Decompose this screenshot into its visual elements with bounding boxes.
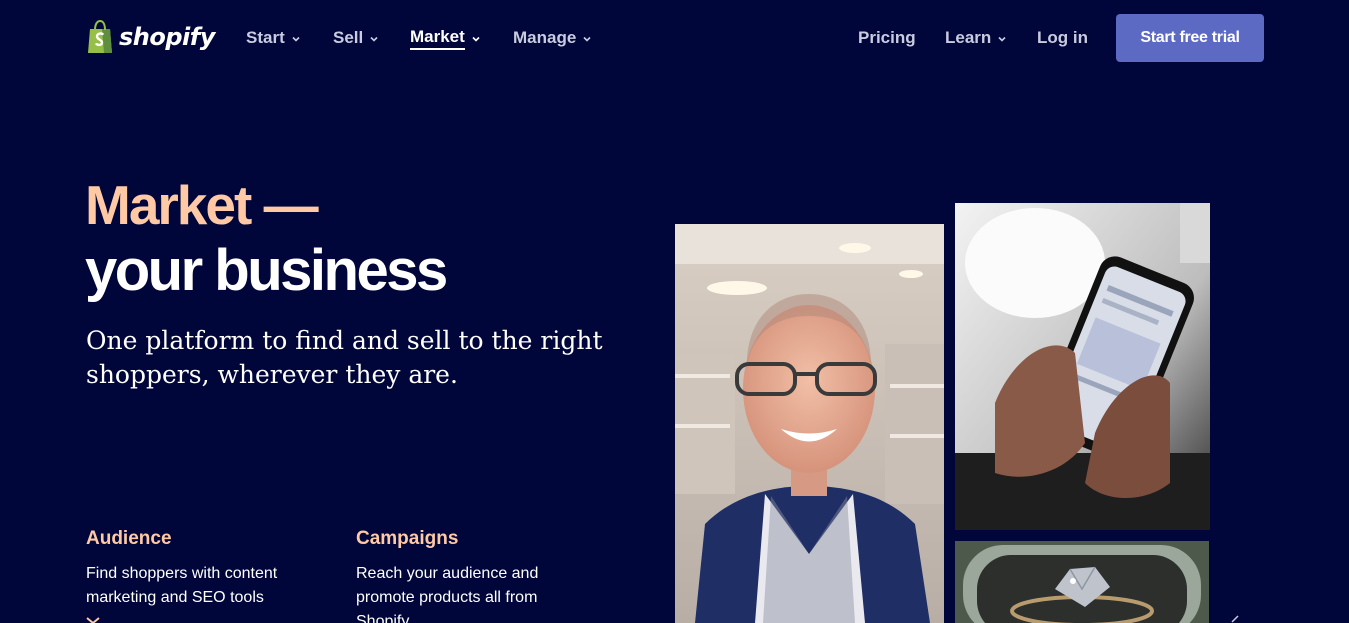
nav-item-label: Log in [1037, 28, 1088, 47]
nav-item-label: Market [410, 27, 465, 50]
feature-campaigns: Campaigns Reach your audience and promot… [356, 528, 556, 623]
chevron-down-icon [292, 36, 300, 42]
nav-item-label: Pricing [858, 28, 916, 47]
chevron-down-icon [472, 36, 480, 42]
merchant-portrait-image [675, 224, 944, 623]
nav-item-label: Start [246, 28, 285, 47]
carousel-next-icon[interactable] [1230, 614, 1240, 623]
photo-diamond-ring [955, 541, 1209, 623]
nav-item-learn[interactable]: Learn [945, 26, 1007, 50]
nav-item-label: Sell [333, 28, 364, 47]
shopify-wordmark: shopify [119, 23, 215, 51]
hero-subtitle: One platform to find and sell to the rig… [86, 326, 603, 389]
diamond-ring-image [955, 541, 1209, 623]
hero-eyebrow: Market — [85, 174, 319, 236]
nav-item-sell[interactable]: Sell [333, 26, 379, 50]
photo-merchant-portrait [675, 224, 944, 623]
feature-description: Find shoppers with content marketing and… [86, 565, 278, 606]
shopify-logo[interactable]: shopify [85, 19, 215, 55]
chevron-down-icon [583, 36, 591, 42]
nav-item-start[interactable]: Start [246, 26, 301, 50]
nav-item-market[interactable]: Market [410, 26, 481, 50]
nav-item-manage[interactable]: Manage [513, 26, 592, 50]
photo-phone-in-hands [955, 203, 1210, 530]
feature-title: Audience [86, 528, 172, 549]
nav-item-label: Manage [513, 28, 577, 47]
nav-item-label: Learn [945, 28, 992, 47]
top-navigation: shopify Start Sell Market Manage Pricing… [0, 0, 1349, 76]
nav-item-log-in[interactable]: Log in [1037, 26, 1088, 50]
start-free-trial-button[interactable]: Start free trial [1116, 14, 1264, 62]
feature-title: Campaigns [356, 528, 459, 549]
feature-audience: Audience Find shoppers with content mark… [86, 528, 316, 610]
phone-in-hands-image [955, 203, 1210, 530]
expand-chevron-icon[interactable] [86, 617, 100, 623]
chevron-down-icon [998, 36, 1006, 42]
nav-item-pricing[interactable]: Pricing [858, 26, 916, 50]
chevron-down-icon [370, 36, 378, 42]
hero-title: your business [85, 238, 448, 303]
shopping-bag-icon [88, 20, 112, 53]
feature-description: Reach your audience and promote products… [356, 565, 539, 623]
